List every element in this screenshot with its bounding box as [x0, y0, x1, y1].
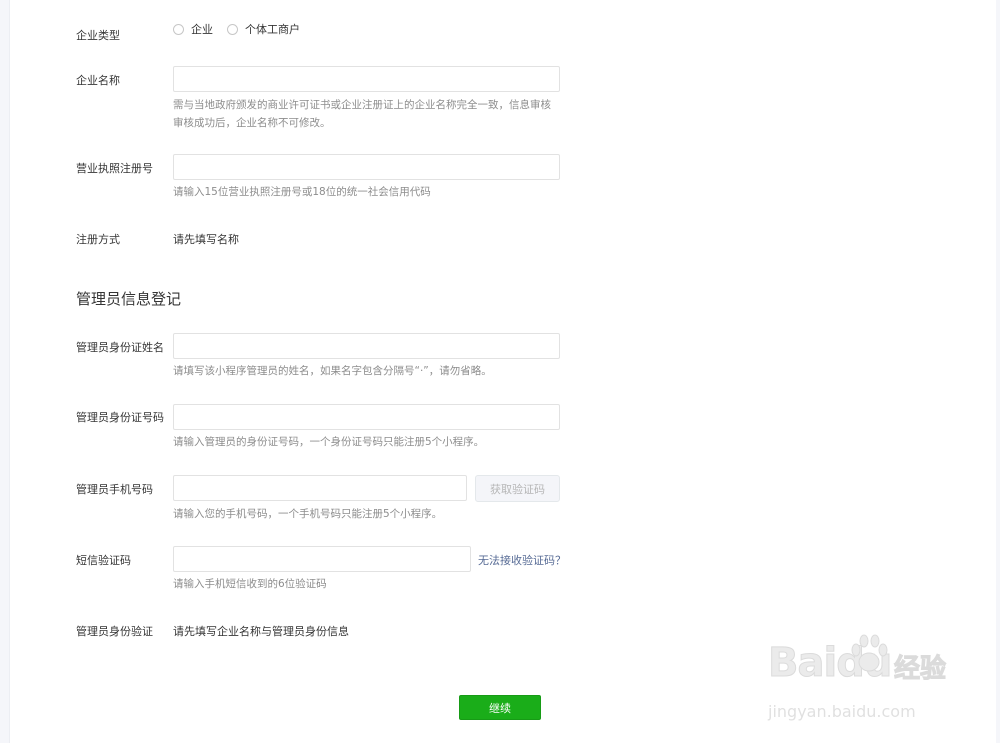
- radio-option-individual-business[interactable]: 个体工商户: [227, 21, 300, 37]
- continue-button[interactable]: 继续: [459, 695, 541, 720]
- get-code-button[interactable]: 获取验证码: [475, 475, 560, 502]
- company-type-label: 企业类型: [76, 29, 120, 42]
- admin-name-label: 管理员身份证姓名: [76, 341, 164, 354]
- sms-code-tips: 请输入手机短信收到的6位验证码: [173, 578, 327, 590]
- radio-label-individual-business: 个体工商户: [245, 23, 300, 36]
- admin-id-tips: 请输入管理员的身份证号码，一个身份证号码只能注册5个小程序。: [173, 436, 485, 448]
- radio-circle-icon[interactable]: [227, 23, 238, 35]
- admin-verify-label: 管理员身份验证: [76, 625, 153, 638]
- admin-phone-tips: 请输入您的手机号码，一个手机号码只能注册5个小程序。: [173, 508, 443, 520]
- admin-phone-input[interactable]: [173, 475, 467, 501]
- company-name-tips-line1: 需与当地政府颁发的商业许可证书或企业注册证上的企业名称完全一致，信息审核: [173, 99, 551, 111]
- paw-icon: [851, 634, 888, 672]
- register-method-value: 请先填写名称: [173, 233, 239, 246]
- license-number-tips: 请输入15位营业执照注册号或18位的统一社会信用代码: [173, 186, 431, 198]
- sms-code-input[interactable]: [173, 546, 471, 572]
- company-name-tips-line2: 审核成功后，企业名称不可修改。: [173, 117, 331, 129]
- license-number-label: 营业执照注册号: [76, 162, 153, 175]
- company-name-label: 企业名称: [76, 74, 120, 87]
- sms-code-label: 短信验证码: [76, 554, 131, 567]
- admin-name-input[interactable]: [173, 333, 560, 359]
- company-name-input[interactable]: [173, 66, 560, 92]
- radio-label-enterprise: 企业: [191, 23, 213, 36]
- radio-circle-icon[interactable]: [173, 23, 184, 35]
- admin-section-title: 管理员信息登记: [76, 290, 182, 308]
- watermark-brand-cn: 经验: [893, 654, 947, 685]
- company-type-radio-group: 企业 个体工商户: [173, 21, 314, 37]
- baidu-jingyan-watermark: Baidu 经验 jingyan.baidu.com: [767, 628, 978, 728]
- left-page-rail: [0, 0, 10, 743]
- admin-id-input[interactable]: [173, 404, 560, 430]
- admin-verify-value: 请先填写企业名称与管理员身份信息: [173, 625, 349, 638]
- admin-id-label: 管理员身份证号码: [76, 411, 164, 424]
- register-method-label: 注册方式: [76, 233, 120, 246]
- cannot-receive-code-link[interactable]: 无法接收验证码？: [478, 552, 566, 568]
- watermark-url: jingyan.baidu.com: [768, 702, 916, 721]
- radio-option-enterprise[interactable]: 企业: [173, 21, 213, 37]
- license-number-input[interactable]: [173, 154, 560, 180]
- right-page-rail: [996, 0, 1000, 743]
- admin-phone-label: 管理员手机号码: [76, 483, 153, 496]
- admin-name-tips: 请填写该小程序管理员的姓名，如果名字包含分隔号“·”，请勿省略。: [173, 365, 492, 377]
